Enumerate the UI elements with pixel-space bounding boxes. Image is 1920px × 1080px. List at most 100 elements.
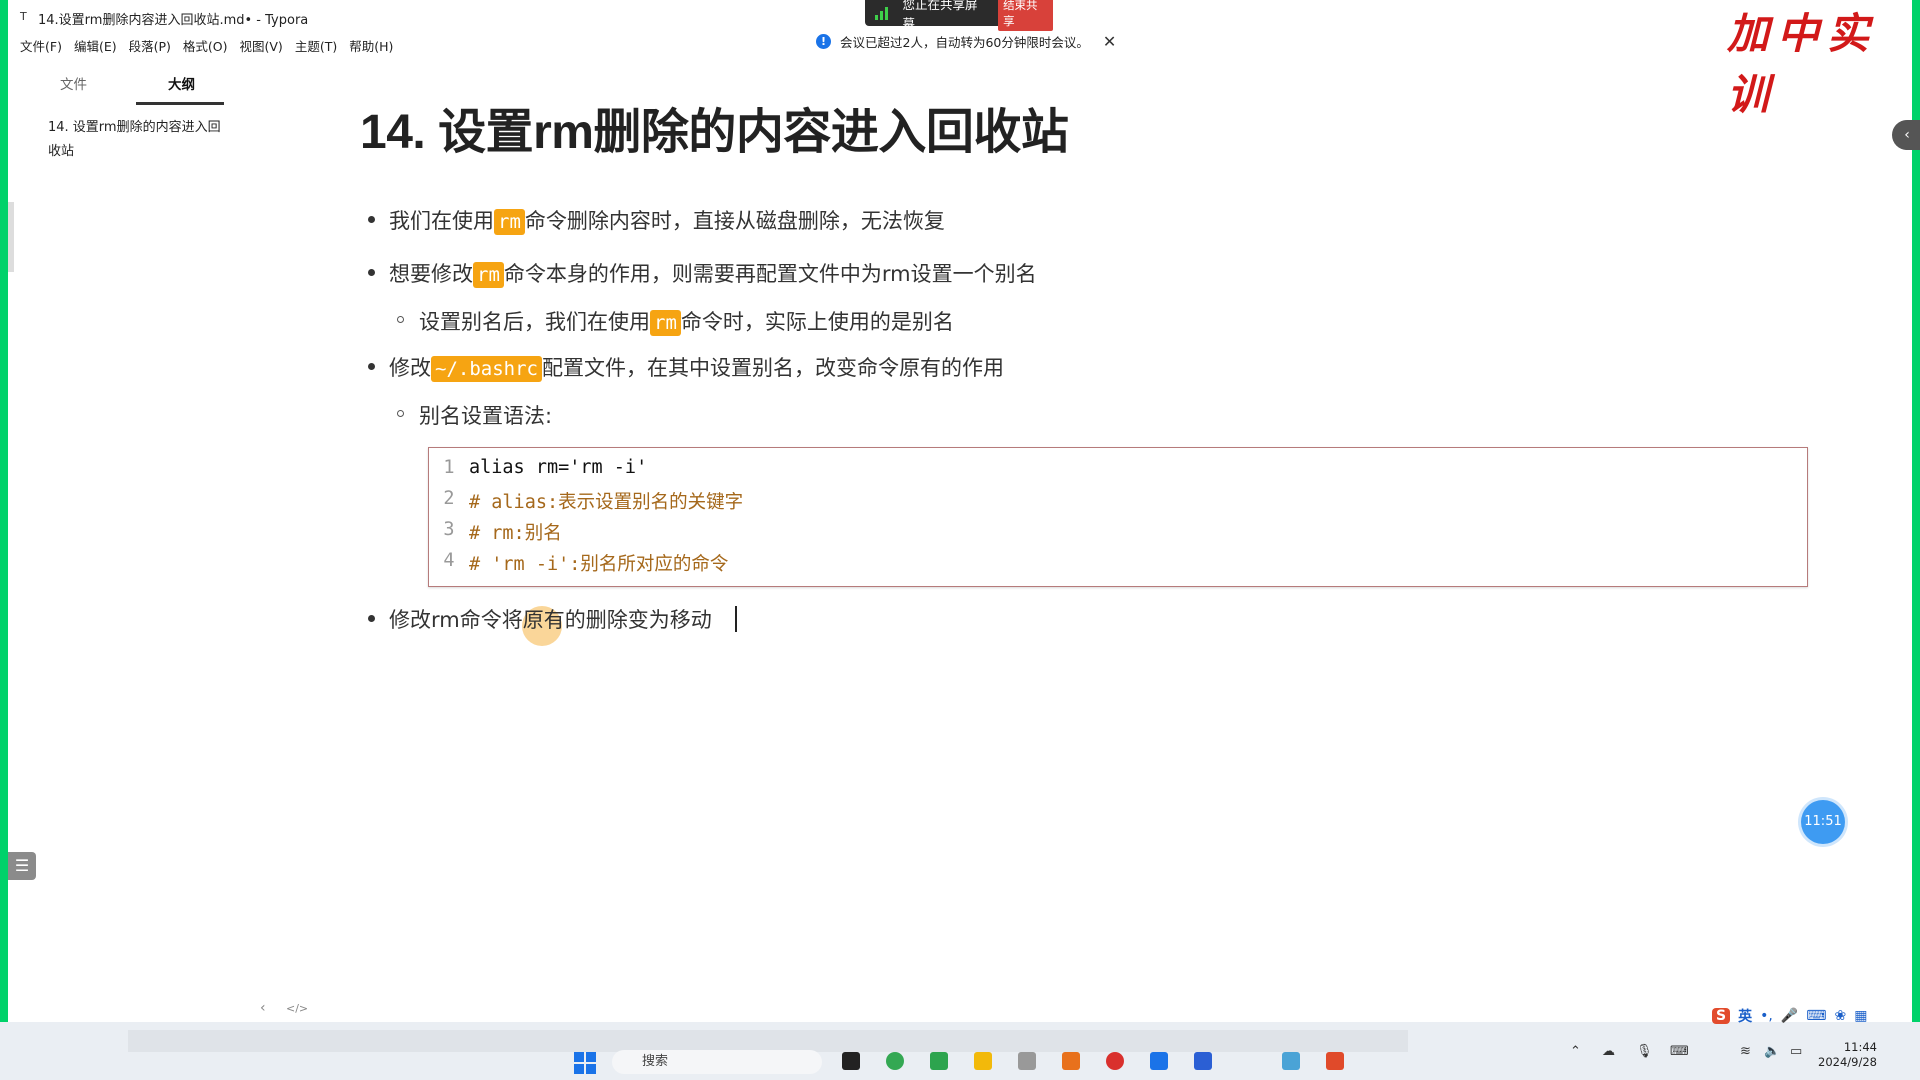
code-block[interactable]: 1 alias rm='rm -i' 2 # alias:表示设置别名的关键字 … <box>428 447 1808 587</box>
list-item[interactable]: 修改rm命令将原有的删除变为移动 <box>389 604 712 634</box>
sub-list-item[interactable]: 别名设置语法: <box>419 400 552 430</box>
taskbar <box>0 1022 1920 1080</box>
chevron-left-icon[interactable]: ‹ <box>260 1000 266 1016</box>
clock-time: 11:44 <box>1843 1040 1877 1054</box>
line-number: 3 <box>443 519 455 540</box>
cloud-icon[interactable]: ☁ <box>1602 1044 1615 1059</box>
code-comment: # 'rm -i':别名所对应的命令 <box>469 554 729 575</box>
inline-code: rm <box>473 262 504 288</box>
chevron-up-icon[interactable]: ⌃ <box>1570 1044 1581 1059</box>
typora-app-icon: T <box>20 10 27 23</box>
microphone-icon[interactable]: 🎤 <box>1781 1008 1798 1024</box>
code-line: 3 # rm:别名 <box>429 519 1807 549</box>
list-item[interactable]: 想要修改 rm 命令本身的作用，则需要再配置文件中为rm设置一个别名 <box>389 258 1037 288</box>
left-edge-strip <box>8 202 14 272</box>
sogou-ime-icon[interactable]: S <box>1712 1008 1731 1024</box>
bullet-dot <box>368 216 375 223</box>
microphone-icon[interactable]: 🎙 <box>1636 1044 1653 1059</box>
app-icon[interactable] <box>1018 1052 1036 1070</box>
sidebar: 文件 大纲 14. 设置rm删除的内容进入回收站 <box>8 62 243 1022</box>
menu-bar: 文件(F) 编辑(E) 段落(P) 格式(O) 视图(V) 主题(T) 帮助(H… <box>14 34 399 56</box>
tab-outline[interactable]: 大纲 <box>168 73 195 93</box>
code-comment: # rm:别名 <box>469 523 562 544</box>
outline-toggle-icon[interactable]: ☰ <box>8 852 36 880</box>
battery-icon[interactable]: ▭ <box>1790 1044 1802 1059</box>
share-status: 您正在共享屏幕 <box>902 0 978 31</box>
app-icon[interactable] <box>930 1052 948 1070</box>
inline-code: rm <box>650 310 681 336</box>
timer-badge[interactable]: 11:51 <box>1801 800 1845 844</box>
menu-theme[interactable]: 主题(T) <box>289 34 343 56</box>
app-icon[interactable] <box>1150 1052 1168 1070</box>
list-item-text: 命令删除内容时，直接从磁盘删除，无法恢复 <box>524 209 945 233</box>
active-tab-indicator <box>136 102 224 105</box>
info-icon: ! <box>816 33 831 49</box>
menu-file[interactable]: 文件(F) <box>14 34 68 56</box>
chevron-left-icon[interactable]: ‹ <box>1892 120 1920 150</box>
code-comment: # alias:表示设置别名的关键字 <box>469 492 744 513</box>
code-line: 1 alias rm='rm -i' <box>429 457 1807 487</box>
list-item-text: 修改 <box>389 356 431 380</box>
bullet-dot <box>368 615 375 622</box>
typora-window: T 14.设置rm删除内容进入回收站.md• - Typora 文件(F) 编辑… <box>8 0 1912 1022</box>
app-icon[interactable] <box>1062 1052 1080 1070</box>
sub-bullet-circle <box>397 410 404 417</box>
sub-list-item[interactable]: 设置别名后，我们在使用 rm 命令时，实际上使用的是别名 <box>419 306 954 336</box>
list-item[interactable]: 修改 ~/.bashrc 配置文件，在其中设置别名，改变命令原有的作用 <box>389 352 1004 382</box>
signal-icon <box>875 6 895 20</box>
code-line: 4 # 'rm -i':别名所对应的命令 <box>429 550 1807 580</box>
skin-icon[interactable]: ❀ <box>1834 1008 1846 1024</box>
chrome-icon[interactable] <box>886 1052 904 1070</box>
watermark-logo: 加中实训 <box>1727 9 1878 119</box>
inline-code: ~/.bashrc <box>431 356 542 382</box>
code-line: 2 # alias:表示设置别名的关键字 <box>429 488 1807 518</box>
ime-language[interactable]: 英 <box>1738 1006 1752 1026</box>
line-number: 1 <box>443 457 455 478</box>
window-title: 14.设置rm删除内容进入回收站.md• - Typora <box>38 13 309 28</box>
bullet-dot <box>368 363 375 370</box>
list-item-text: 配置文件，在其中设置别名，改变命令原有的作用 <box>541 356 1004 380</box>
tab-files[interactable]: 文件 <box>60 73 87 93</box>
list-item-text: 设置别名后，我们在使用 <box>419 310 650 334</box>
word-icon[interactable] <box>1194 1052 1212 1070</box>
page-title: 14. 设置rm删除的内容进入回收站 <box>360 106 1069 159</box>
list-item-text: 想要修改 <box>389 262 473 286</box>
ime-toolbar: S 英 •, 🎤 ⌨ ❀ ▦ <box>1712 1003 1867 1029</box>
list-item-text: 命令时，实际上使用的是别名 <box>680 310 954 334</box>
line-number: 4 <box>443 550 455 571</box>
notice-text: 会议已超过2人，自动转为60分钟限时会议。 <box>840 34 1089 50</box>
screen-share-bar: 您正在共享屏幕 结束共享 <box>865 0 1054 31</box>
list-item[interactable]: 我们在使用 rm 命令删除内容时，直接从磁盘删除，无法恢复 <box>389 205 945 235</box>
menu-paragraph[interactable]: 段落(P) <box>123 34 177 56</box>
windows-start-icon[interactable] <box>574 1052 596 1074</box>
line-number: 2 <box>443 488 455 509</box>
code-text: alias rm='rm -i' <box>469 457 648 478</box>
punctuation-icon[interactable]: •, <box>1760 1008 1773 1024</box>
app-icon[interactable] <box>1282 1052 1300 1070</box>
app-icon[interactable] <box>1326 1052 1344 1070</box>
folder-icon[interactable] <box>974 1052 992 1070</box>
menu-help[interactable]: 帮助(H) <box>343 34 399 56</box>
list-item-text: 我们在使用 <box>389 209 494 233</box>
sub-bullet-circle <box>397 316 404 323</box>
app-icon[interactable] <box>842 1052 860 1070</box>
inline-code: rm <box>494 209 525 235</box>
end-share-button[interactable]: 结束共享 <box>998 0 1054 31</box>
document: 14. 设置rm删除的内容进入回收站 <box>360 92 1820 162</box>
source-code-mode-icon[interactable]: </> <box>286 1002 308 1015</box>
close-icon[interactable]: ✕ <box>1103 32 1116 51</box>
keyboard-icon[interactable]: ⌨ <box>1806 1008 1826 1024</box>
taskbar-search-input[interactable]: 搜索 <box>612 1050 822 1074</box>
volume-icon[interactable]: 🔈 <box>1764 1044 1780 1059</box>
meeting-notice: ! 会议已超过2人，自动转为60分钟限时会议。 ✕ <box>816 30 1116 52</box>
menu-edit[interactable]: 编辑(E) <box>68 34 123 56</box>
outline-item[interactable]: 14. 设置rm删除的内容进入回收站 <box>48 116 228 164</box>
clock-date: 2024/9/28 <box>1818 1055 1877 1069</box>
menu-format[interactable]: 格式(O) <box>177 34 234 56</box>
menu-view[interactable]: 视图(V) <box>234 34 289 56</box>
taskbar-clock[interactable]: 11:44 2024/9/28 <box>1818 1040 1877 1070</box>
grid-menu-icon[interactable]: ▦ <box>1854 1008 1867 1024</box>
app-icon[interactable] <box>1106 1052 1124 1070</box>
keyboard-icon[interactable]: ⌨ <box>1670 1044 1689 1059</box>
wifi-icon[interactable]: ≋ <box>1740 1044 1751 1059</box>
